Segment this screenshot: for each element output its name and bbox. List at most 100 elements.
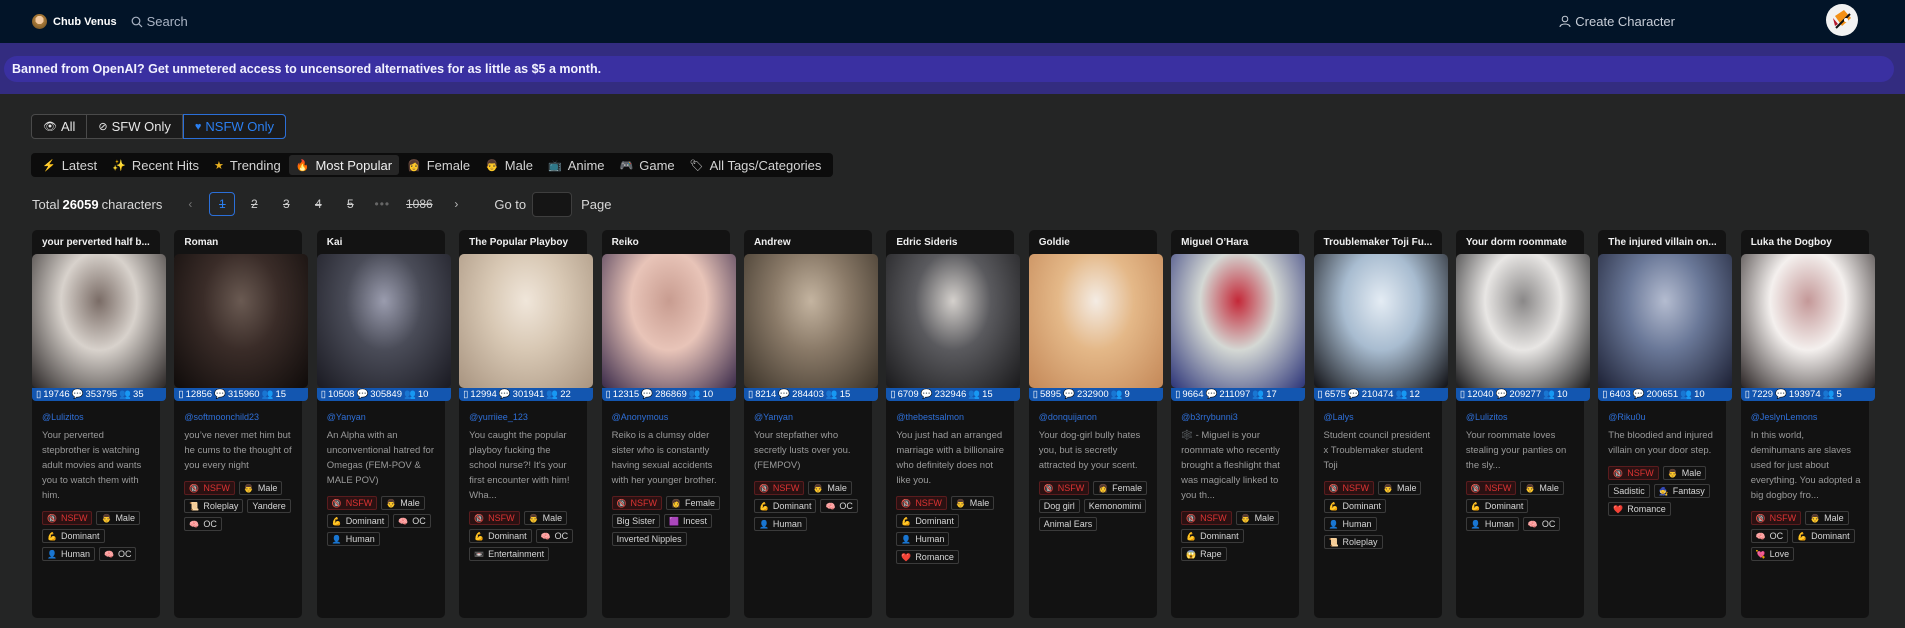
tag-badge[interactable]: 👨 Male [238, 481, 283, 495]
character-avatar-image[interactable] [1171, 254, 1306, 388]
tag-badge[interactable]: 🔞 NSFW [326, 496, 378, 510]
tag-badge[interactable]: 🔞 NSFW [896, 496, 947, 510]
character-card[interactable]: Edric Sideris ▯ 6709 💬 232946 👥 15 @thebest… [886, 230, 1021, 618]
page-button[interactable]: 3 [273, 192, 299, 216]
tag-badge[interactable]: 🔞 NSFW [611, 496, 663, 510]
character-card[interactable]: Kai ▯ 10508 💬 305849 👥 10 @Yanyan An Alpha … [316, 230, 451, 618]
tab-latest[interactable]: ⚡ Latest [35, 155, 104, 175]
tag-badge[interactable]: 💘 Love [1750, 547, 1795, 561]
tab-recent-hits[interactable]: ✨ Recent Hits [105, 155, 206, 175]
page-button[interactable]: 1 [209, 192, 236, 216]
tag-badge[interactable]: 💪 Dominant [1792, 529, 1855, 543]
filter-all-button[interactable]: 👁 All [32, 115, 88, 138]
character-avatar-image[interactable] [886, 254, 1021, 388]
page-ellipsis[interactable]: ••• [369, 192, 395, 216]
tag-badge[interactable]: 🧠 OC [535, 529, 574, 543]
tag-badge[interactable]: 👨 Male [1662, 466, 1707, 480]
author-link[interactable]: @Anonymous [612, 412, 730, 422]
tag-badge[interactable]: 👨 Male [1235, 511, 1280, 525]
tag-badge[interactable]: 🧠 OC [98, 547, 137, 561]
search-button[interactable]: Search [131, 14, 188, 29]
author-link[interactable]: @b3rrybunni3 [1181, 412, 1299, 422]
tag-badge[interactable]: 👤 Human [326, 532, 380, 546]
character-avatar-image[interactable] [174, 254, 309, 388]
tag-badge[interactable]: 👨 Male [1377, 481, 1422, 495]
tab-all-tags[interactable]: 🏷 All Tags/Categories [683, 155, 829, 175]
tag-badge[interactable]: 👤 Human [896, 532, 950, 546]
tag-badge[interactable]: 👨 Male [1520, 481, 1564, 495]
tag-badge[interactable]: 📜 Roleplay [1323, 535, 1383, 549]
tag-badge[interactable]: Kemonomimi [1083, 499, 1147, 513]
character-card[interactable]: Roman ▯ 12856 💬 315960 👥 15 @softmoonchild2… [174, 230, 309, 618]
create-character-button[interactable]: Create Character [1559, 0, 1675, 43]
character-avatar-image[interactable] [1313, 254, 1448, 388]
tab-female[interactable]: 👩 Female [400, 155, 477, 175]
tag-badge[interactable]: 👨 Male [1805, 511, 1849, 525]
tag-badge[interactable]: 💪 Dominant [896, 514, 959, 528]
tag-badge[interactable]: 🧠 OC [184, 517, 222, 531]
tag-badge[interactable]: 👨 Male [523, 511, 568, 525]
page-button[interactable]: 2 [241, 192, 267, 216]
tag-badge[interactable]: 👩 Female [666, 496, 721, 510]
character-card[interactable]: Goldie ▯ 5895 💬 232900 👥 9 @donquijanon You… [1028, 230, 1163, 618]
tag-badge[interactable]: 💪 Dominant [753, 499, 817, 513]
tag-badge[interactable]: 🔞 NSFW [469, 511, 520, 525]
tag-badge[interactable]: Dog girl [1038, 499, 1080, 513]
page-button[interactable]: 1086 [401, 192, 437, 216]
character-avatar-image[interactable] [1598, 254, 1733, 388]
tag-badge[interactable]: 👨 Male [381, 496, 425, 510]
tab-anime[interactable]: 📺 Anime [541, 155, 612, 175]
tag-badge[interactable]: 💪 Dominant [42, 529, 105, 543]
character-card[interactable]: Troublemaker Toji Fu... ▯ 6575 💬 210474 👥 1… [1313, 230, 1448, 618]
tag-badge[interactable]: 🔞 NSFW [753, 481, 805, 495]
character-avatar-image[interactable] [32, 254, 166, 388]
character-avatar-image[interactable] [316, 254, 451, 388]
tag-badge[interactable]: 🔞 NSFW [184, 481, 235, 495]
character-card[interactable]: Your dorm roommate ▯ 12040 💬 209277 👥 10 @L… [1455, 230, 1590, 618]
character-avatar-image[interactable] [1455, 254, 1590, 388]
tab-trending[interactable]: ★ Trending [207, 155, 288, 175]
tag-badge[interactable]: Big Sister [611, 514, 661, 528]
tag-badge[interactable]: 👩 Female [1093, 481, 1148, 495]
tag-badge[interactable]: 👨 Male [96, 511, 140, 525]
tag-badge[interactable]: 🔞 NSFW [1465, 481, 1517, 495]
filter-nsfw-button[interactable]: ♥ NSFW Only [182, 114, 287, 139]
tag-badge[interactable]: 🔞 NSFW [1608, 466, 1659, 480]
author-link[interactable]: @Lulizitos [1466, 412, 1584, 422]
character-card[interactable]: your perverted half b... ▯ 19746 💬 353795 … [32, 230, 166, 618]
tag-badge[interactable]: 📼 Entertainment [469, 547, 550, 561]
author-link[interactable]: @yurriiee_123 [469, 412, 587, 422]
user-avatar[interactable] [1826, 4, 1858, 36]
author-link[interactable]: @softmoonchild23 [184, 412, 302, 422]
tag-badge[interactable]: 💪 Dominant [326, 514, 390, 528]
tag-badge[interactable]: 🧙 Fantasy [1653, 484, 1710, 498]
character-card[interactable]: Andrew ▯ 8214 💬 284403 👥 15 @Yanyan Your st… [743, 230, 878, 618]
tag-badge[interactable]: 🔞 NSFW [42, 511, 93, 525]
tag-badge[interactable]: 🔞 NSFW [1323, 481, 1374, 495]
tag-badge[interactable]: 💪 Dominant [1181, 529, 1244, 543]
tag-badge[interactable]: 👤 Human [42, 547, 95, 561]
tag-badge[interactable]: 💪 Dominant [1465, 499, 1529, 513]
character-avatar-image[interactable] [601, 254, 736, 388]
tag-badge[interactable]: 🧠 OC [393, 514, 431, 528]
tag-badge[interactable]: Sadistic [1608, 484, 1650, 498]
page-button[interactable]: 4 [305, 192, 331, 216]
author-link[interactable]: @Riku0u [1608, 412, 1726, 422]
character-card[interactable]: Luka the Dogboy ▯ 7229 💬 193974 👥 5 @Jeslyn… [1740, 230, 1875, 618]
tag-badge[interactable]: 👤 Human [753, 517, 807, 531]
tag-badge[interactable]: 🧠 OC [1522, 517, 1561, 531]
author-link[interactable]: @Yanyan [754, 412, 872, 422]
filter-sfw-button[interactable]: ⊘ SFW Only [87, 115, 183, 138]
character-avatar-image[interactable] [1740, 254, 1875, 388]
character-card[interactable]: Miguel O’Hara ▯ 9664 💬 211097 👥 17 @b3rrybu… [1171, 230, 1306, 618]
tag-badge[interactable]: 👤 Human [1323, 517, 1377, 531]
tag-badge[interactable]: 💪 Dominant [469, 529, 532, 543]
tag-badge[interactable]: 👨 Male [950, 496, 995, 510]
author-link[interactable]: @Lalys [1324, 412, 1442, 422]
promo-banner[interactable]: Banned from OpenAI? Get unmetered access… [4, 56, 1894, 82]
tab-male[interactable]: 👨 Male [478, 155, 540, 175]
tag-badge[interactable]: 😱 Rape [1181, 547, 1227, 561]
tag-badge[interactable]: 👤 Human [1465, 517, 1519, 531]
author-link[interactable]: @Lulizitos [42, 412, 160, 422]
author-link[interactable]: @JeslynLemons [1751, 412, 1869, 422]
